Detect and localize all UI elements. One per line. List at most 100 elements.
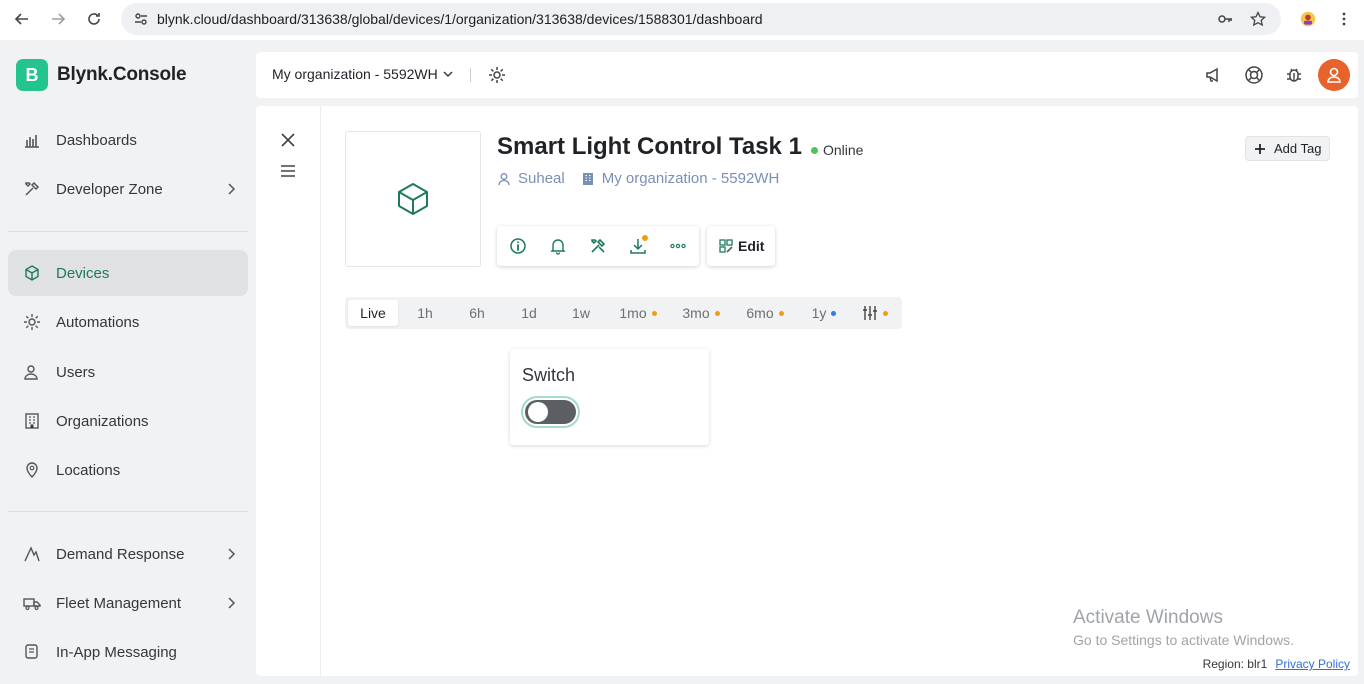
toggle-knob xyxy=(528,402,548,422)
brand-logo[interactable]: B Blynk.Console xyxy=(16,59,187,91)
edit-grid-icon xyxy=(719,239,733,253)
main-panel: Smart Light Control Task 1 Online Suheal… xyxy=(256,106,1358,676)
bell-icon[interactable] xyxy=(549,237,567,255)
tab-6mo[interactable]: 6mo xyxy=(734,300,796,326)
close-icon[interactable] xyxy=(278,130,298,150)
browser-toolbar: blynk.cloud/dashboard/313638/global/devi… xyxy=(0,0,1364,40)
device-organization-link[interactable]: My organization - 5592WH xyxy=(602,170,780,187)
tab-1w[interactable]: 1w xyxy=(556,300,606,326)
notification-dot xyxy=(642,235,648,241)
profile-avatar-icon xyxy=(1300,11,1316,27)
more-vertical-icon xyxy=(1342,12,1346,26)
sidebar-item-label: Dashboards xyxy=(56,131,137,149)
megaphone-icon[interactable] xyxy=(1204,65,1224,85)
tab-3mo[interactable]: 3mo xyxy=(670,300,732,326)
chevron-right-icon xyxy=(228,548,236,560)
building-icon xyxy=(582,172,593,185)
privacy-policy-link[interactable]: Privacy Policy xyxy=(1275,657,1350,671)
sidebar-item-label: Automations xyxy=(56,313,140,331)
sidebar-item-dashboards[interactable]: Dashboards xyxy=(8,117,248,163)
sidebar-item-devices[interactable]: Devices xyxy=(8,250,248,296)
tools-icon xyxy=(25,181,40,196)
status-dot xyxy=(811,146,818,154)
user-avatar[interactable] xyxy=(1318,59,1350,91)
header-separator xyxy=(470,68,471,82)
tab-6h[interactable]: 6h xyxy=(452,300,502,326)
status-text: Online xyxy=(823,142,864,158)
tab-1mo[interactable]: 1mo xyxy=(608,300,668,326)
sidebar-item-label: Users xyxy=(56,363,96,381)
sidebar-item-label: Developer Zone xyxy=(56,180,163,198)
premium-dot xyxy=(651,310,657,316)
url-text: blynk.cloud/dashboard/313638/global/devi… xyxy=(157,11,763,27)
watermark-line1: Activate Windows xyxy=(1073,607,1223,628)
address-bar[interactable]: blynk.cloud/dashboard/313638/global/devi… xyxy=(121,3,1281,35)
premium-dot xyxy=(831,310,837,316)
windows-activation-watermark: Activate Windows Go to Settings to activ… xyxy=(1073,607,1294,648)
gear-icon[interactable] xyxy=(487,65,507,85)
tab-1h[interactable]: 1h xyxy=(400,300,450,326)
arrow-right-icon xyxy=(52,13,66,25)
reload-button[interactable] xyxy=(82,7,106,31)
chevron-down-icon xyxy=(443,71,453,77)
sidebar-divider xyxy=(8,511,248,512)
users-icon xyxy=(24,365,38,380)
tab-1y[interactable]: 1y xyxy=(798,300,850,326)
sidebar-item-locations[interactable]: Locations xyxy=(8,447,248,493)
building-icon xyxy=(25,413,39,429)
organization-name: My organization - 5592WH xyxy=(272,66,438,82)
tab-1d[interactable]: 1d xyxy=(504,300,554,326)
lifebuoy-icon[interactable] xyxy=(1244,65,1264,85)
edit-label: Edit xyxy=(738,238,765,254)
panel-divider xyxy=(320,106,321,676)
sidebar-item-label: Fleet Management xyxy=(56,594,182,612)
user-icon xyxy=(1327,67,1341,83)
site-settings-icon[interactable] xyxy=(133,11,149,27)
device-meta: Suheal My organization - 5592WH xyxy=(497,170,779,187)
edit-dashboard-button[interactable]: Edit xyxy=(707,226,775,266)
more-horizontal-icon[interactable] xyxy=(669,237,687,255)
browser-menu-button[interactable] xyxy=(1332,7,1356,31)
forward-button[interactable] xyxy=(46,7,70,31)
cube-icon xyxy=(25,265,39,281)
premium-dot xyxy=(883,310,888,316)
arrow-left-icon xyxy=(14,13,28,25)
organization-selector[interactable]: My organization - 5592WH xyxy=(272,66,454,82)
key-icon[interactable] xyxy=(1217,11,1233,27)
toggle-track xyxy=(525,400,576,424)
bug-icon[interactable] xyxy=(1284,65,1304,85)
sidebar-item-developer-zone[interactable]: Developer Zone xyxy=(8,166,248,212)
back-button[interactable] xyxy=(10,7,34,31)
tab-custom-range[interactable] xyxy=(852,300,898,326)
sidebar-item-fleet-management[interactable]: Fleet Management xyxy=(8,580,248,626)
sidebar: B Blynk.Console Dashboards Developer Zon… xyxy=(0,42,256,684)
tab-live[interactable]: Live xyxy=(348,300,398,326)
message-icon xyxy=(25,644,38,659)
device-owner-link[interactable]: Suheal xyxy=(518,170,565,187)
device-image[interactable] xyxy=(345,131,481,267)
switch-toggle[interactable] xyxy=(521,396,580,428)
sidebar-item-label: Locations xyxy=(56,461,121,479)
reload-icon xyxy=(88,13,100,25)
sidebar-divider xyxy=(8,231,248,232)
profile-button[interactable] xyxy=(1296,7,1320,31)
watermark-line2: Go to Settings to activate Windows. xyxy=(1073,632,1294,648)
sliders-icon xyxy=(863,306,877,320)
add-tag-button[interactable]: Add Tag xyxy=(1245,136,1330,161)
sidebar-item-demand-response[interactable]: Demand Response xyxy=(8,531,248,577)
sidebar-item-automations[interactable]: Automations xyxy=(8,299,248,345)
time-range-tabs: Live 1h 6h 1d 1w 1mo 3mo 6mo 1y xyxy=(345,297,902,329)
info-icon[interactable] xyxy=(509,237,527,255)
automation-icon xyxy=(24,314,40,330)
sidebar-item-organizations[interactable]: Organizations xyxy=(8,398,248,444)
sidebar-item-in-app-messaging[interactable]: In-App Messaging xyxy=(8,629,248,675)
star-icon[interactable] xyxy=(1250,11,1266,27)
tools-icon[interactable] xyxy=(589,237,607,255)
add-tag-label: Add Tag xyxy=(1274,141,1322,156)
sidebar-item-label: Devices xyxy=(56,264,110,282)
sidebar-item-label: Demand Response xyxy=(56,545,185,563)
device-action-bar xyxy=(497,226,699,266)
hamburger-menu-icon[interactable] xyxy=(278,162,298,180)
premium-dot xyxy=(714,310,720,316)
sidebar-item-users[interactable]: Users xyxy=(8,349,248,395)
